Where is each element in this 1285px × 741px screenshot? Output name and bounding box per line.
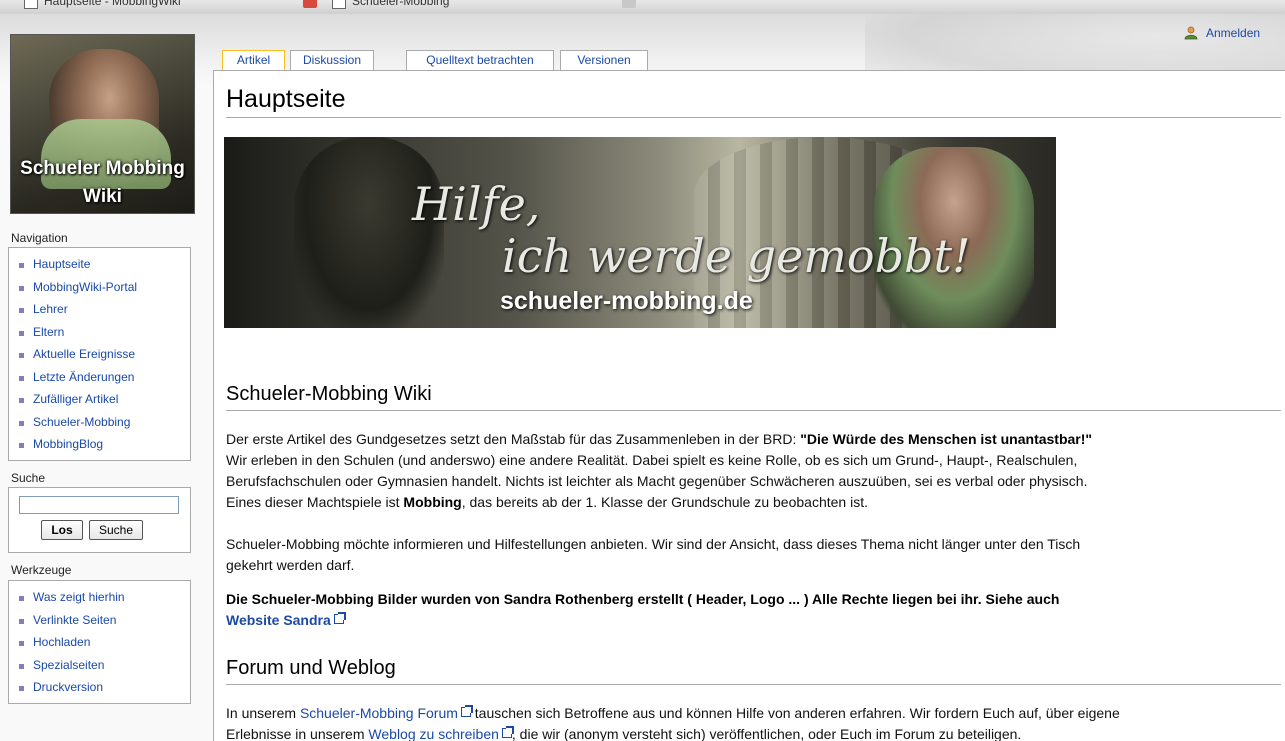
tools-item-was-zeigt-hierhin[interactable]: Was zeigt hierhin xyxy=(9,586,190,609)
close-tab-icon[interactable] xyxy=(622,0,636,8)
section-heading-wiki: Schueler-Mobbing Wiki xyxy=(226,383,432,405)
external-link-icon xyxy=(501,726,514,738)
sidebar-item-letzte-aenderungen[interactable]: Letzte Änderungen xyxy=(9,366,190,389)
header-banner: Hilfe, ich werde gemobbt! schueler-mobbi… xyxy=(224,137,1056,328)
intro-paragraph: Der erste Artikel des Gundgesetzes setzt… xyxy=(226,431,1093,510)
page-title: Hauptseite xyxy=(226,85,346,113)
sidebar-item-aktuelle-ereignisse[interactable]: Aktuelle Ereignisse xyxy=(9,343,190,366)
section-divider xyxy=(226,410,1281,411)
forum-link[interactable]: Schueler-Mobbing Forum xyxy=(300,705,473,721)
user-icon xyxy=(1184,26,1198,40)
sidebar-item-portal[interactable]: MobbingWiki-Portal xyxy=(9,276,190,299)
section-heading-forum: Forum und Weblog xyxy=(226,657,396,679)
external-link-icon xyxy=(333,612,346,624)
go-button[interactable]: Los xyxy=(41,520,83,540)
tools-item-druckversion[interactable]: Druckversion xyxy=(9,676,190,699)
forum-paragraph: In unserem Schueler-Mobbing Forum tausch… xyxy=(226,705,1120,741)
logo-text-line2: Wiki xyxy=(83,186,122,207)
navigation-portlet: Hauptseite MobbingWiki-Portal Lehrer Elt… xyxy=(8,247,191,461)
login-link[interactable]: Anmelden xyxy=(1206,26,1260,40)
banner-text-line2: ich werde gemobbt! xyxy=(502,229,971,283)
search-portlet: Los Suche xyxy=(8,487,191,553)
tab-diskussion[interactable]: Diskussion xyxy=(290,50,374,70)
title-divider xyxy=(226,117,1281,118)
sidebar-item-eltern[interactable]: Eltern xyxy=(9,321,190,344)
page-icon xyxy=(24,0,38,9)
browser-tab[interactable]: Schueler-Mobbing xyxy=(332,0,449,12)
tools-item-hochladen[interactable]: Hochladen xyxy=(9,631,190,654)
credits-paragraph: Die Schueler-Mobbing Bilder wurden von S… xyxy=(226,591,1060,628)
tools-item-verlinkte-seiten[interactable]: Verlinkte Seiten xyxy=(9,609,190,632)
tab-artikel[interactable]: Artikel xyxy=(222,50,285,71)
tools-portlet: Was zeigt hierhin Verlinkte Seiten Hochl… xyxy=(8,580,191,704)
info-paragraph: Schueler-Mobbing möchte informieren und … xyxy=(226,536,1081,573)
browser-tab[interactable]: Hauptseite - MobbingWiki xyxy=(24,0,181,12)
search-input[interactable] xyxy=(19,496,179,514)
tab-quelltext[interactable]: Quelltext betrachten xyxy=(406,50,554,70)
navigation-title: Navigation xyxy=(11,231,68,245)
logo-text-line1: Schueler Mobbing xyxy=(20,158,185,179)
close-tab-icon[interactable] xyxy=(303,0,317,8)
search-title: Suche xyxy=(11,471,46,485)
sidebar-item-schueler-mobbing[interactable]: Schueler-Mobbing xyxy=(9,411,190,434)
banner-text-line1: Hilfe, xyxy=(412,177,541,231)
sidebar-item-lehrer[interactable]: Lehrer xyxy=(9,298,190,321)
banner-domain: schueler-mobbing.de xyxy=(500,287,753,315)
sidebar-item-mobbingblog[interactable]: MobbingBlog xyxy=(9,433,190,456)
sidebar-item-hauptseite[interactable]: Hauptseite xyxy=(9,253,190,276)
main-content: Hauptseite Hilfe, ich werde gemobbt! sch… xyxy=(213,70,1285,741)
page-icon xyxy=(332,0,346,9)
tools-item-spezialseiten[interactable]: Spezialseiten xyxy=(9,654,190,677)
tab-versionen[interactable]: Versionen xyxy=(560,50,648,70)
section-divider xyxy=(226,684,1281,685)
sidebar-item-zufaelliger-artikel[interactable]: Zufälliger Artikel xyxy=(9,388,190,411)
site-logo[interactable]: Schueler Mobbing Wiki xyxy=(10,34,195,214)
website-sandra-link[interactable]: Website Sandra xyxy=(226,612,346,628)
weblog-link[interactable]: Weblog zu schreiben xyxy=(368,726,514,741)
search-button[interactable]: Suche xyxy=(89,520,143,540)
tools-title: Werkzeuge xyxy=(11,563,72,577)
browser-tab-strip: Hauptseite - MobbingWiki Schueler-Mobbin… xyxy=(0,0,1285,15)
external-link-icon xyxy=(460,705,473,717)
